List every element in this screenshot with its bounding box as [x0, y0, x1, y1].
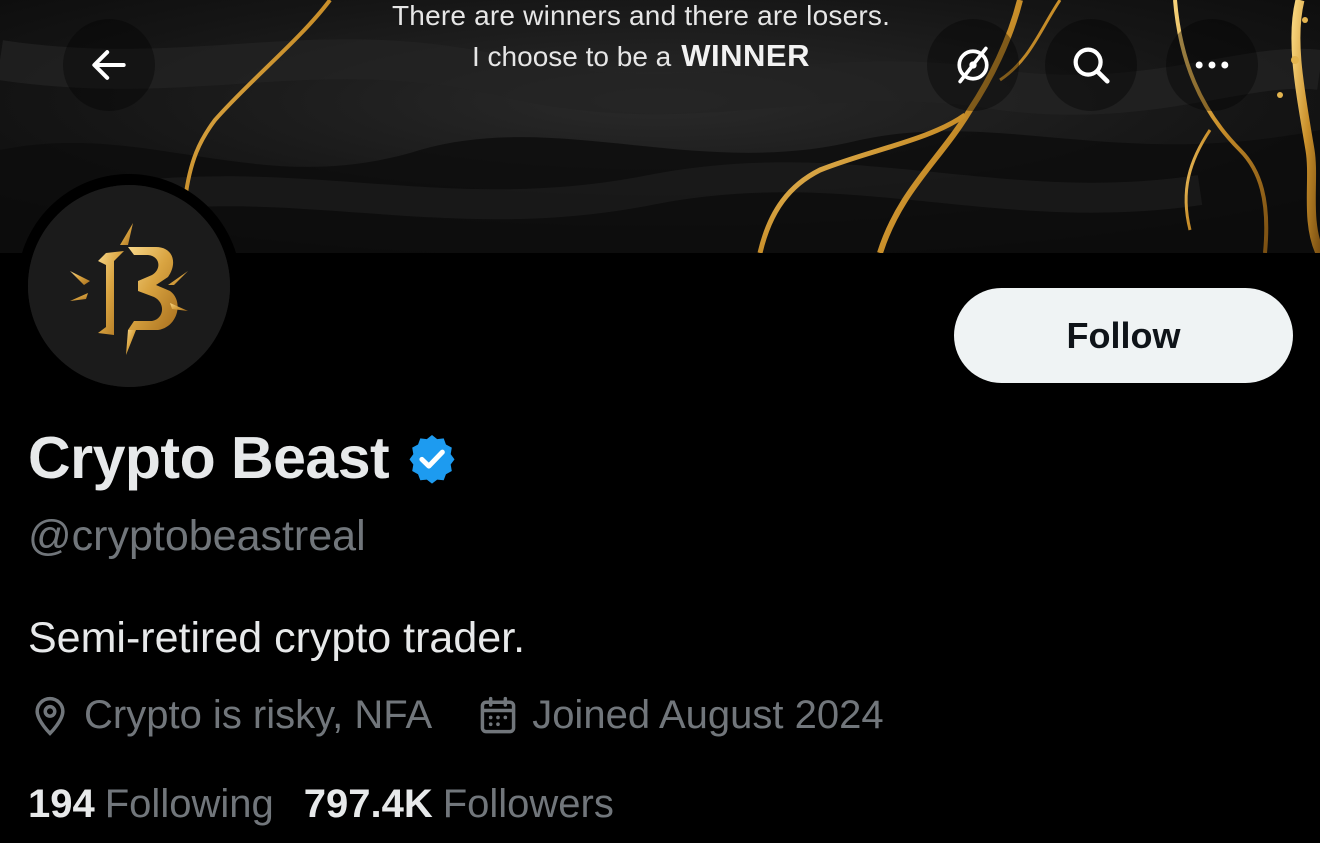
back-button[interactable] — [63, 19, 155, 111]
banner-quote-text: I choose to be a — [472, 41, 672, 72]
broadcast-button[interactable] — [927, 19, 1019, 111]
avatar[interactable] — [28, 185, 230, 387]
profile-meta: Crypto is risky, NFA Joined August 2024 — [28, 693, 884, 738]
search-icon — [1073, 47, 1110, 84]
search-button[interactable] — [1045, 19, 1137, 111]
more-button[interactable] — [1166, 19, 1258, 111]
location-item: Crypto is risky, NFA — [28, 693, 432, 738]
banner-quote-line1: There are winners and there are losers. — [392, 0, 891, 31]
name-row: Crypto Beast — [28, 424, 459, 492]
joined-text: Joined August 2024 — [532, 693, 884, 737]
followers-count: 797.4K — [303, 782, 433, 826]
profile-handle: @cryptobeastreal — [28, 512, 366, 560]
following-label: Following — [104, 782, 274, 826]
following-link[interactable]: 194 Following — [28, 782, 274, 827]
profile-stats: 194 Following 797.4K Followers — [28, 782, 614, 827]
follow-button[interactable]: Follow — [954, 288, 1293, 383]
crypto-beast-logo — [28, 185, 230, 387]
banner-quote-line2: I choose to be a WINNER — [472, 38, 810, 74]
joined-item: Joined August 2024 — [476, 693, 884, 738]
calendar-icon — [480, 696, 516, 733]
followers-label: Followers — [442, 782, 614, 826]
more-dots-icon — [1195, 61, 1229, 69]
profile-page: There are winners and there are losers. … — [0, 0, 1320, 843]
location-text: Crypto is risky, NFA — [84, 693, 433, 737]
verified-badge-icon[interactable] — [405, 431, 459, 485]
following-count: 194 — [28, 782, 95, 826]
broadcast-off-icon — [957, 46, 989, 84]
location-pin-icon — [35, 696, 65, 736]
profile-bio: Semi-retired crypto trader. — [28, 614, 526, 662]
followers-link[interactable]: 797.4K Followers — [304, 782, 614, 827]
display-name: Crypto Beast — [28, 425, 390, 491]
banner-quote-emphasis: WINNER — [681, 38, 810, 73]
arrow-left-icon — [92, 50, 126, 80]
